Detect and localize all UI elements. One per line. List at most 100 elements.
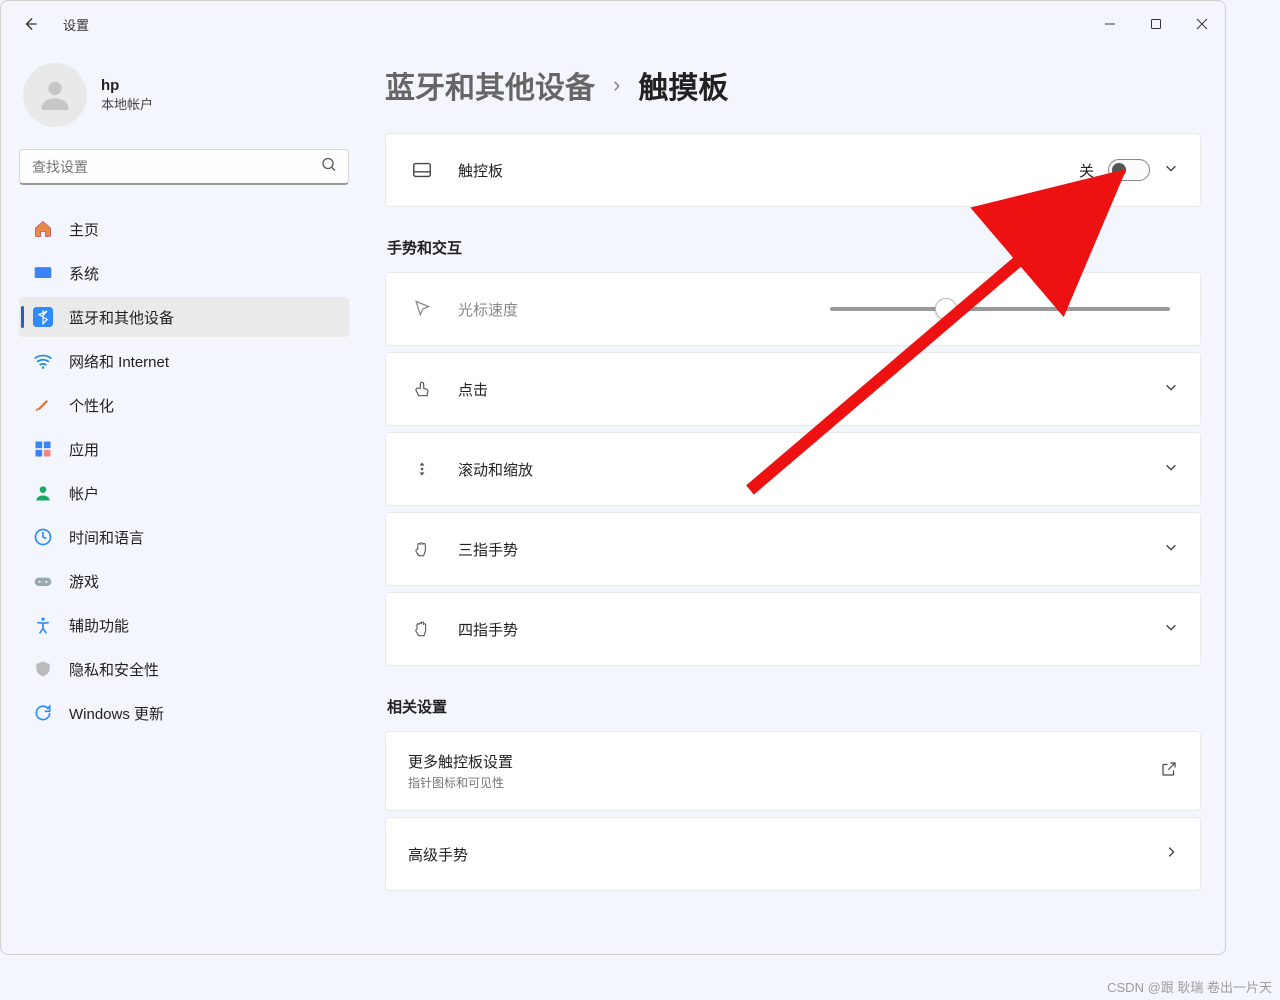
nav-system[interactable]: 系统	[19, 253, 349, 293]
scroll-zoom-card: 滚动和缩放	[385, 432, 1201, 506]
nav-label: 帐户	[69, 483, 99, 504]
close-button[interactable]	[1179, 4, 1225, 44]
nav-accessibility[interactable]: 辅助功能	[19, 605, 349, 645]
external-link-icon	[1160, 760, 1178, 783]
nav-label: 隐私和安全性	[69, 659, 159, 680]
hand-four-icon	[408, 619, 436, 639]
advanced-gestures-card: 高级手势	[385, 817, 1201, 891]
touchpad-label: 触控板	[458, 160, 1079, 181]
accessibility-icon	[33, 615, 53, 635]
system-icon	[33, 263, 53, 283]
tap-card: 点击	[385, 352, 1201, 426]
touchpad-icon	[408, 159, 436, 181]
more-touchpad-sub: 指针图标和可见性	[408, 774, 1160, 791]
minimize-button[interactable]	[1087, 4, 1133, 44]
nav-bluetooth[interactable]: 蓝牙和其他设备	[19, 297, 349, 337]
related-section-title: 相关设置	[387, 696, 1201, 717]
chevron-down-icon	[1164, 380, 1178, 399]
nav-label: 个性化	[69, 395, 114, 416]
advanced-gestures-label: 高级手势	[408, 844, 1164, 865]
tap-label: 点击	[458, 379, 1164, 400]
three-finger-label: 三指手势	[458, 539, 1164, 560]
breadcrumb-parent[interactable]: 蓝牙和其他设备	[385, 63, 595, 107]
user-account-type: 本地帐户	[101, 94, 153, 113]
wifi-icon	[33, 351, 53, 371]
scroll-zoom-label: 滚动和缩放	[458, 459, 1164, 480]
home-icon	[33, 219, 53, 239]
back-button[interactable]	[21, 15, 39, 33]
scroll-icon	[408, 459, 436, 479]
back-arrow-icon	[23, 17, 37, 31]
touchpad-card: 触控板 关	[385, 133, 1201, 207]
advanced-gestures-row[interactable]: 高级手势	[386, 818, 1200, 890]
nav-apps[interactable]: 应用	[19, 429, 349, 469]
chevron-down-icon	[1164, 620, 1178, 639]
page-title: 触摸板	[638, 63, 728, 107]
nav-label: 蓝牙和其他设备	[69, 307, 174, 328]
tap-row[interactable]: 点击	[386, 353, 1200, 425]
tap-icon	[408, 379, 436, 399]
four-finger-card: 四指手势	[385, 592, 1201, 666]
hand-three-icon	[408, 539, 436, 559]
nav-label: 网络和 Internet	[69, 351, 169, 372]
chevron-right-icon	[1164, 845, 1178, 864]
brush-icon	[33, 395, 53, 415]
three-finger-card: 三指手势	[385, 512, 1201, 586]
gamepad-icon	[33, 571, 53, 591]
apps-icon	[33, 439, 53, 459]
update-icon	[33, 703, 53, 723]
three-finger-row[interactable]: 三指手势	[386, 513, 1200, 585]
nav-privacy[interactable]: 隐私和安全性	[19, 649, 349, 689]
gestures-section-title: 手势和交互	[387, 237, 1201, 258]
cursor-icon	[408, 299, 436, 319]
chevron-right-icon: ›	[613, 72, 620, 98]
nav-personalization[interactable]: 个性化	[19, 385, 349, 425]
nav-label: 主页	[69, 219, 99, 240]
more-touchpad-title: 更多触控板设置	[408, 751, 1160, 772]
touchpad-state: 关	[1079, 160, 1094, 181]
cursor-speed-card: 光标速度	[385, 272, 1201, 346]
more-touchpad-card: 更多触控板设置 指针图标和可见性	[385, 731, 1201, 811]
globe-clock-icon	[33, 527, 53, 547]
nav-label: 游戏	[69, 571, 99, 592]
nav-label: 时间和语言	[69, 527, 144, 548]
chevron-down-icon[interactable]	[1164, 161, 1178, 180]
nav-time[interactable]: 时间和语言	[19, 517, 349, 557]
cursor-speed-label: 光标速度	[458, 299, 830, 320]
four-finger-row[interactable]: 四指手势	[386, 593, 1200, 665]
bluetooth-icon	[33, 307, 53, 327]
more-touchpad-row[interactable]: 更多触控板设置 指针图标和可见性	[386, 732, 1200, 810]
search-icon	[321, 157, 337, 178]
person-icon	[33, 483, 53, 503]
cursor-speed-row: 光标速度	[386, 273, 1200, 345]
search-input[interactable]	[19, 149, 349, 185]
user-block[interactable]: hp 本地帐户	[19, 55, 349, 149]
settings-window: 设置 hp 本地帐户 主页 系统	[0, 0, 1226, 955]
scroll-zoom-row[interactable]: 滚动和缩放	[386, 433, 1200, 505]
chevron-down-icon	[1164, 460, 1178, 479]
touchpad-row[interactable]: 触控板 关	[386, 134, 1200, 206]
avatar	[23, 63, 87, 127]
maximize-button[interactable]	[1133, 4, 1179, 44]
shield-icon	[33, 659, 53, 679]
sidebar: hp 本地帐户 主页 系统 蓝牙和其他设备 网络和 Internet 个性化 应…	[1, 47, 361, 954]
nav-update[interactable]: Windows 更新	[19, 693, 349, 733]
four-finger-label: 四指手势	[458, 619, 1164, 640]
nav-label: Windows 更新	[69, 703, 164, 724]
chevron-down-icon	[1164, 540, 1178, 559]
nav-gaming[interactable]: 游戏	[19, 561, 349, 601]
main-panel: 蓝牙和其他设备 › 触摸板 触控板 关 手势和交互 光标速度	[361, 47, 1225, 954]
nav-accounts[interactable]: 帐户	[19, 473, 349, 513]
cursor-speed-slider[interactable]	[830, 307, 1170, 311]
nav-network[interactable]: 网络和 Internet	[19, 341, 349, 381]
touchpad-toggle[interactable]	[1108, 159, 1150, 181]
nav-home[interactable]: 主页	[19, 209, 349, 249]
nav-label: 辅助功能	[69, 615, 129, 636]
titlebar: 设置	[1, 1, 1225, 47]
nav-label: 应用	[69, 439, 99, 460]
user-name: hp	[101, 77, 153, 94]
breadcrumb: 蓝牙和其他设备 › 触摸板	[385, 63, 1201, 107]
watermark: CSDN @跟 耿瑞 卷出一片天	[1107, 977, 1272, 996]
nav-list: 主页 系统 蓝牙和其他设备 网络和 Internet 个性化 应用 帐户 时间和…	[19, 209, 349, 733]
search-box	[19, 149, 349, 185]
